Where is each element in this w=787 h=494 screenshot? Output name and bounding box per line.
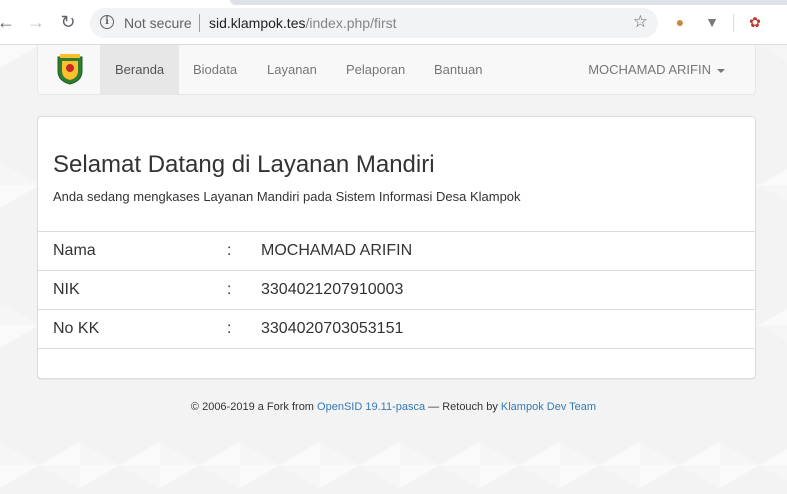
address-bar[interactable]: i Not secure sid.klampok.tes/index.php/f…	[90, 8, 658, 38]
forward-icon[interactable]: →	[26, 12, 46, 32]
caret-down-icon	[717, 68, 725, 73]
table-row: NIK : 3304021207910003	[38, 270, 755, 309]
nav-bantuan[interactable]: Bantuan	[419, 45, 497, 95]
cookie-extension-icon[interactable]: ●	[671, 13, 689, 31]
nav-pelaporan[interactable]: Pelaporan	[331, 45, 420, 95]
user-dropdown[interactable]: MOCHAMAD ARIFIN	[588, 45, 725, 95]
browser-toolbar: ← → ↻ i Not secure sid.klampok.tes/index…	[0, 0, 787, 45]
row-value: MOCHAMAD ARIFIN	[261, 242, 413, 259]
back-icon[interactable]: ←	[0, 12, 16, 32]
row-label: Nama	[53, 242, 96, 259]
tab-strip	[230, 0, 787, 5]
table-row: No KK : 3304020703053151	[38, 309, 755, 349]
row-separator: :	[227, 281, 232, 298]
opensid-link[interactable]: OpenSID 19.11-pasca	[317, 401, 425, 413]
page-footer: © 2006-2019 a Fork from OpenSID 19.11-pa…	[0, 401, 787, 413]
url-path: /index.php/first	[305, 15, 397, 31]
main-navbar: Beranda Biodata Layanan Pelaporan Bantua…	[37, 45, 756, 95]
footer-retouch: — Retouch by	[428, 401, 498, 413]
row-value: 3304020703053151	[261, 320, 404, 337]
welcome-subtitle: Anda sedang mengkases Layanan Mandiri pa…	[53, 189, 521, 204]
nav-biodata[interactable]: Biodata	[178, 45, 252, 95]
welcome-title: Selamat Datang di Layanan Mandiri	[53, 151, 435, 178]
vue-extension-icon[interactable]: ▼	[703, 13, 721, 31]
dev-team-link[interactable]: Klampok Dev Team	[501, 401, 596, 413]
row-separator: :	[227, 242, 232, 259]
row-value: 3304021207910003	[261, 281, 404, 298]
row-label: NIK	[53, 281, 80, 298]
row-label: No KK	[53, 320, 100, 337]
url-text[interactable]: sid.klampok.tes/index.php/first	[209, 15, 397, 31]
security-label: Not secure	[124, 15, 192, 31]
footer-copyright: © 2006-2019 a Fork from	[190, 401, 314, 413]
welcome-panel: Selamat Datang di Layanan Mandiri Anda s…	[37, 116, 756, 379]
reload-icon[interactable]: ↻	[58, 12, 78, 32]
profile-avatar-icon[interactable]: ✿	[746, 13, 764, 31]
nav-layanan[interactable]: Layanan	[252, 45, 332, 95]
toolbar-divider	[733, 14, 734, 32]
table-row: Nama : MOCHAMAD ARIFIN	[38, 231, 755, 270]
nav-beranda[interactable]: Beranda	[100, 45, 180, 95]
info-icon[interactable]: i	[100, 15, 114, 29]
user-name: MOCHAMAD ARIFIN	[588, 62, 711, 77]
identity-table: Nama : MOCHAMAD ARIFIN NIK : 33040212079…	[38, 231, 755, 349]
village-logo-icon[interactable]	[56, 53, 84, 85]
row-separator: :	[227, 320, 232, 337]
bookmark-star-icon[interactable]: ☆	[633, 12, 648, 32]
url-host: sid.klampok.tes	[209, 15, 306, 31]
divider	[199, 14, 200, 32]
